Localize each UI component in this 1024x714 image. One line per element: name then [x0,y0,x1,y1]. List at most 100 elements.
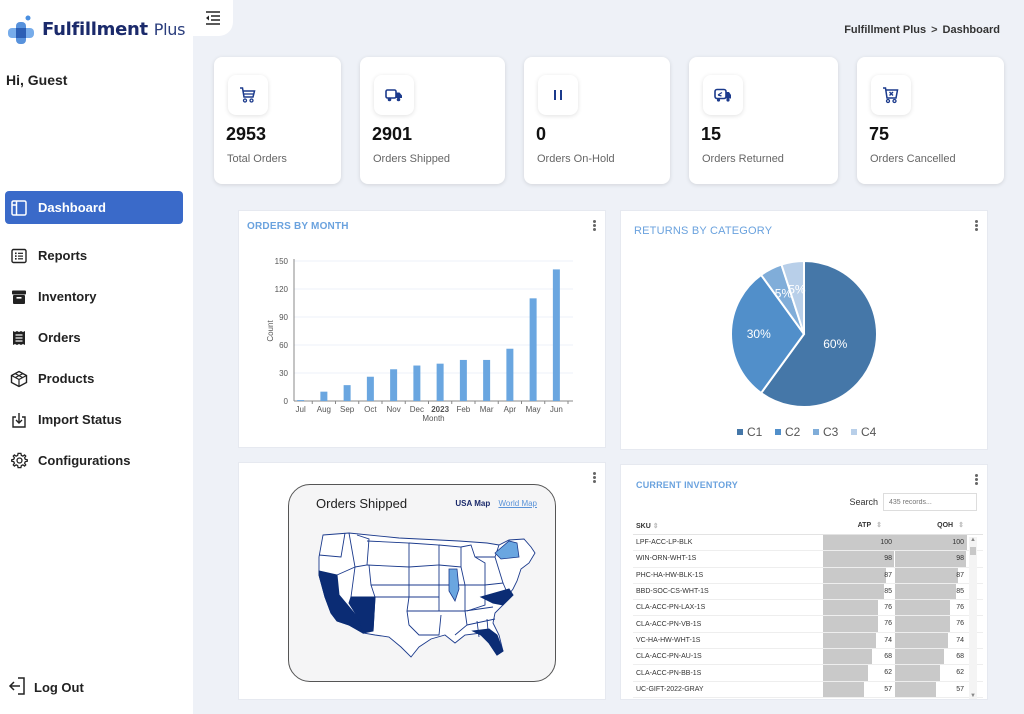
pie-label: 60% [823,337,847,351]
search-input[interactable] [883,493,977,511]
cell-qoh: 76 [895,600,967,616]
x-tick-label: Sep [340,405,355,414]
pie-label: 5% [788,282,806,296]
sidebar-item-import-status[interactable]: Import Status [5,403,183,436]
table-row[interactable]: WIN-ORN-WHT-1S 98 98 [633,551,983,568]
app-logo[interactable]: Fulfillment Plus [6,14,185,44]
inventory-search: Search [849,493,977,511]
cell-atp: 57 [823,681,895,697]
table-row[interactable]: CLA-ACC-PN-LAX-1S 76 76 [633,600,983,617]
y-tick-label: 120 [275,285,289,294]
sidebar-item-label: Import Status [38,412,122,427]
sidebar: Fulfillment Plus Hi, Guest Dashboard Rep… [0,0,193,714]
x-tick-label: Oct [364,405,377,414]
sidebar-item-reports[interactable]: Reports [5,239,183,272]
sidebar-item-orders[interactable]: Orders [5,321,183,354]
sidebar-item-label: Dashboard [38,200,106,215]
cell-qoh: 62 [895,665,967,681]
usa-map [318,532,536,658]
sidebar-toggle-button[interactable] [193,0,233,36]
scroll-down-icon[interactable]: ▼ [969,693,977,699]
sidebar-item-label: Inventory [38,289,97,304]
cell-atp: 74 [823,632,895,649]
sidebar-item-products[interactable]: Products [5,362,183,395]
y-tick-label: 60 [279,341,288,350]
cell-qoh: 87 [895,567,967,583]
cell-sku: UC-GIFT-2022-GRAY [636,685,704,693]
bar [366,376,374,401]
atp-bar [823,681,865,697]
table-row[interactable]: UC-GIFT-2022-GRAY 57 57 [633,681,983,698]
stat-card-orders-returned[interactable]: 15 Orders Returned [689,57,838,184]
orders-bar-chart: 0 30 60 90 120 150 Jul Aug Sep Oct Nov Dec 2023 Feb Ma… [266,257,573,423]
panel-title: CURRENT INVENTORY [636,480,738,490]
y-tick-label: 30 [279,369,288,378]
cell-atp: 76 [823,600,895,616]
cell-qoh: 76 [895,616,967,632]
gear-icon [10,452,28,470]
cell-qoh: 98 [895,551,967,567]
stat-card-orders-on-hold[interactable]: 0 Orders On-Hold [524,57,670,184]
atp-bar [823,649,872,665]
sidebar-item-inventory[interactable]: Inventory [5,280,183,313]
table-row[interactable]: PHC-HA-HW-BLK-1S 87 87 [633,567,983,584]
stat-card-orders-shipped[interactable]: 2901 Orders Shipped [360,57,505,184]
stat-card-orders-cancelled[interactable]: 75 Orders Cancelled [857,57,1004,184]
qoh-bar [895,665,940,681]
stat-value: 2901 [372,124,413,144]
scroll-up-icon[interactable]: ▲ [969,537,977,543]
search-label: Search [849,497,878,507]
cell-sku: CLA-ACC-PN-LAX-1S [636,604,706,612]
logout-button[interactable]: Log Out [8,676,84,699]
current-inventory-panel: CURRENT INVENTORY Search SKU⇕ ATP⇕ QOH⇕ … [620,464,988,700]
cell-atp: 98 [823,551,895,567]
pause-icon [538,75,578,115]
orders-shipped-map-panel: Orders Shipped USA Map World Map [238,462,606,700]
qoh-bar [895,616,950,632]
bar [436,363,444,401]
cell-atp: 100 [823,535,895,551]
stat-value: 0 [536,124,547,144]
qoh-bar [895,583,957,600]
cell-qoh: 68 [895,649,967,665]
sidebar-item-configurations[interactable]: Configurations [5,444,183,477]
table-row[interactable]: LPF-ACC-LP-BLK 100 100 [633,535,983,552]
cell-atp: 76 [823,616,895,632]
breadcrumb-current: Dashboard [942,24,1000,36]
breadcrumb-separator: > [931,24,938,36]
scrollbar-thumb[interactable] [970,547,976,555]
column-header-qoh[interactable]: QOH ⇕ [895,517,967,534]
table-row[interactable]: BBD-SOC-CS-WHT-1S 85 85 [633,583,983,601]
table-row[interactable]: CLA-ACC-PN-VB-1S 76 76 [633,616,983,633]
returns-pie-chart: 60%30%5%5%C1 C2 C3 C4 [730,259,878,439]
cell-sku: BBD-SOC-CS-WHT-1S [636,588,709,596]
qoh-bar [895,551,966,567]
more-options-icon[interactable] [973,473,979,487]
cell-qoh: 85 [895,583,967,600]
cell-atp: 62 [823,665,895,681]
cell-qoh: 74 [895,632,967,649]
cart-cancel-icon [871,75,911,115]
legend-swatch [813,429,819,435]
table-row[interactable]: CLA-ACC-PN-AU-1S 68 68 [633,649,983,666]
returns-by-category-panel: RETURNS BY CATEGORY 60% 30% 5% 5% C1 C2 C3 C4 [620,210,988,450]
table-scrollbar[interactable]: ▲ ▼ [969,537,977,699]
more-options-icon[interactable] [591,471,597,485]
stat-value: 2953 [226,124,267,144]
x-tick-label: Apr [504,405,517,414]
breadcrumb-root[interactable]: Fulfillment Plus [844,24,926,36]
column-header-sku[interactable]: SKU ⇕ [633,522,823,530]
sidebar-item-dashboard[interactable]: Dashboard [5,191,183,224]
sidebar-item-label: Products [38,371,95,386]
table-row[interactable]: VC-HA-HW-WHT-1S 74 74 [633,632,983,650]
qoh-bar [895,567,958,583]
cell-sku: PHC-HA-HW-BLK-1S [636,571,704,579]
legend-swatch [737,429,743,435]
stat-card-total-orders[interactable]: 2953 Total Orders [214,57,341,184]
atp-bar [823,632,877,649]
sidebar-item-label: Configurations [38,453,131,468]
cell-sku: LPF-ACC-LP-BLK [636,539,693,547]
table-row[interactable]: CLA-ACC-PN-BB-1S 62 62 [633,665,983,682]
bar [413,365,421,401]
column-header-atp[interactable]: ATP ⇕ [823,517,895,534]
